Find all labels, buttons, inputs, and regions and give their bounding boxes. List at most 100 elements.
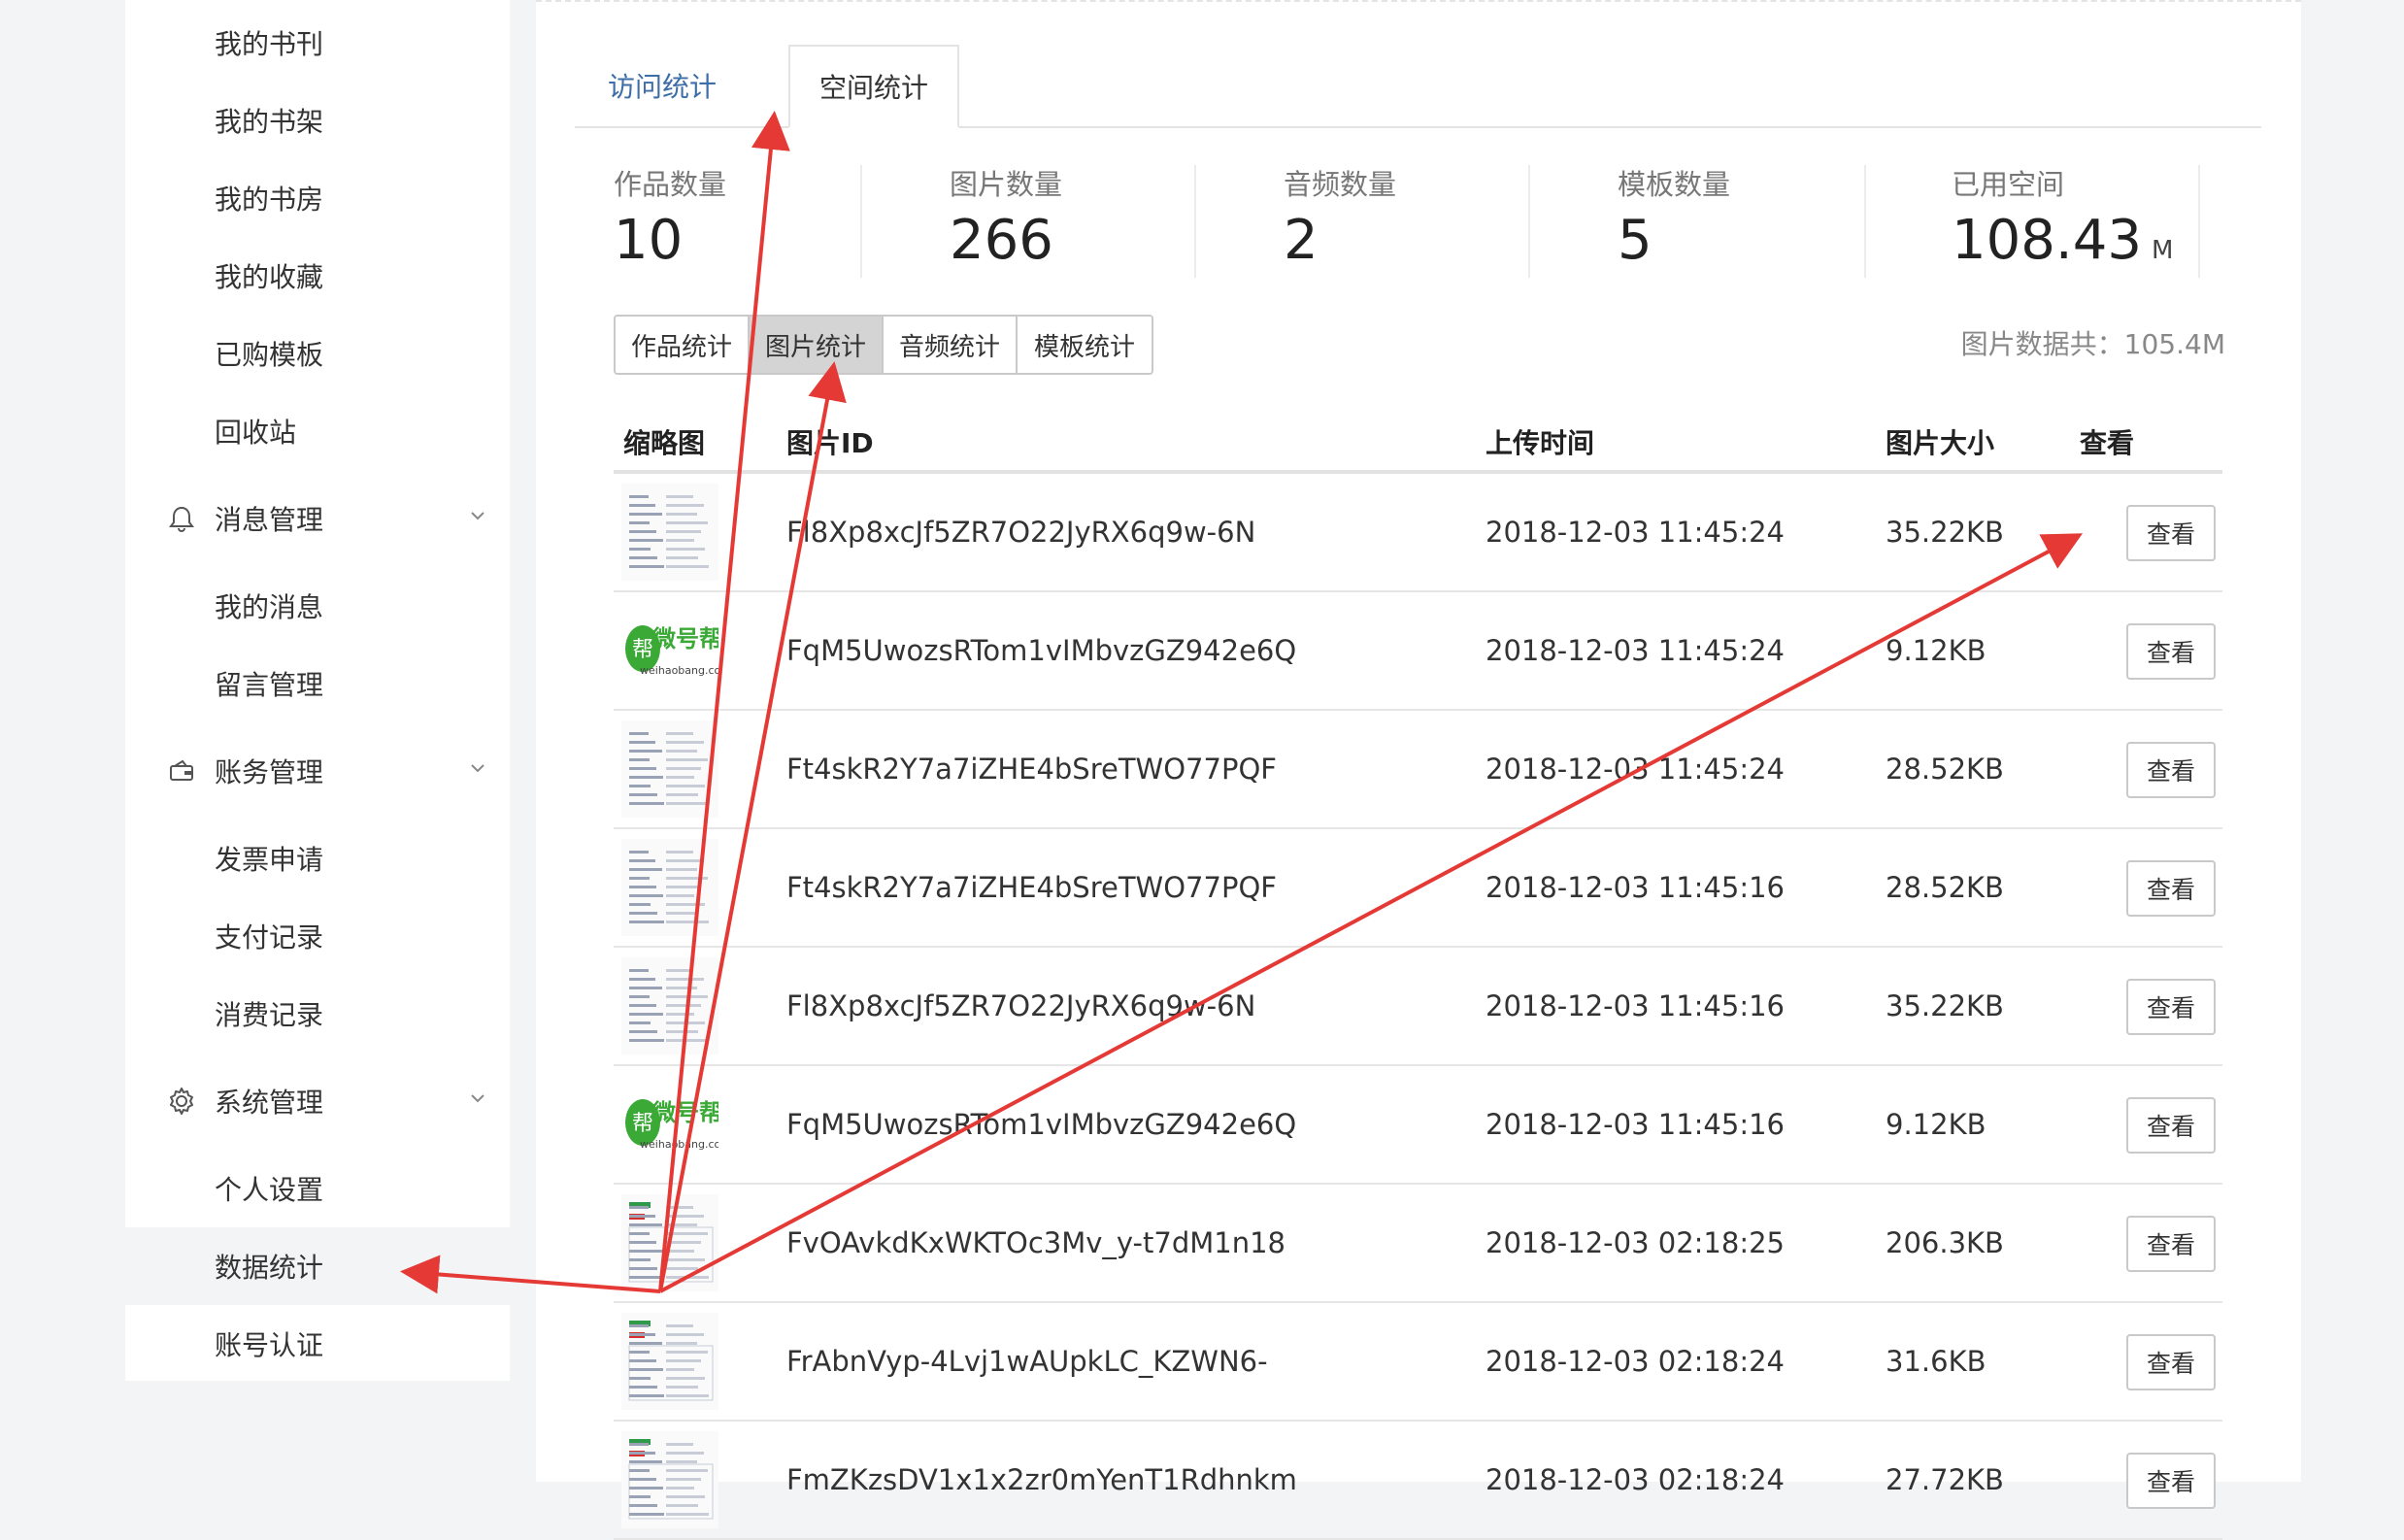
sidebar-item-label: 我的书刊 <box>215 28 324 60</box>
sidebar-item-personal-settings[interactable]: 个人设置 <box>125 1150 510 1227</box>
sidebar-item-label: 已购模板 <box>215 339 324 371</box>
picture-size: 35.22KB <box>1886 989 2004 1022</box>
picture-size: 9.12KB <box>1886 634 1987 667</box>
sidebar-item-consumption[interactable]: 消费记录 <box>125 975 510 1053</box>
sidebar-group-label: 账务管理 <box>215 756 324 788</box>
sidebar-item-payments[interactable]: 支付记录 <box>125 897 510 975</box>
logo-brand: 微号帮 <box>651 1099 718 1126</box>
picture-size: 31.6KB <box>1886 1345 1987 1378</box>
view-button[interactable]: 查看 <box>2126 979 2216 1035</box>
picture-size: 206.3KB <box>1886 1226 2004 1259</box>
filter-works-button[interactable]: 作品统计 <box>616 317 750 373</box>
view-button[interactable]: 查看 <box>2126 1097 2216 1154</box>
stat-audio: 音频数量 2 <box>1284 165 1575 278</box>
document-thumbnail[interactable] <box>621 957 718 1055</box>
sidebar-group-finance[interactable]: 账务管理 <box>125 732 510 810</box>
sidebar-item-my-study[interactable]: 我的书房 <box>125 159 510 237</box>
weihaobang-logo-thumbnail[interactable]: 帮微号帮 weihaobang.com <box>621 602 718 699</box>
stat-pictures: 图片数量 266 <box>950 165 1241 278</box>
picture-id: FvOAvkdKxWKTOc3Mv_y-t7dM1n18 <box>786 1226 1285 1259</box>
report-thumbnail[interactable] <box>621 1313 718 1410</box>
sidebar-item-purchased-templates[interactable]: 已购模板 <box>125 315 510 392</box>
sidebar-item-label: 支付记录 <box>215 921 324 954</box>
filter-audio-button[interactable]: 音频统计 <box>884 317 1018 373</box>
picture-total-size: 图片数据共：105.4M <box>1960 328 2225 360</box>
sidebar-item-my-books[interactable]: 我的书刊 <box>125 4 510 82</box>
table-row: FmZKzsDV1x1x2zr0mYenT1Rdhnkm 2018-12-03 0… <box>614 1422 2222 1540</box>
weihaobang-logo-thumbnail[interactable]: 帮微号帮 weihaobang.com <box>621 1076 718 1173</box>
picture-size: 27.72KB <box>1886 1463 2004 1496</box>
column-header-view: 查看 <box>2080 427 2135 459</box>
divider <box>860 165 862 278</box>
upload-time: 2018-12-03 11:45:24 <box>1486 516 1785 549</box>
logo-brand: 微号帮 <box>651 625 718 653</box>
picture-id: FrAbnVyp-4Lvj1wAUpkLC_KZWN6- <box>786 1345 1268 1378</box>
form-thumbnail[interactable] <box>621 839 718 936</box>
sidebar-item-label: 我的收藏 <box>215 261 324 293</box>
sidebar-group-system[interactable]: 系统管理 <box>125 1062 510 1140</box>
upload-time: 2018-12-03 02:18:24 <box>1486 1463 1785 1496</box>
sidebar-item-label: 个人设置 <box>215 1174 324 1206</box>
column-header-upload-time: 上传时间 <box>1486 427 1595 459</box>
sidebar-item-label: 消费记录 <box>215 999 324 1031</box>
column-header-size: 图片大小 <box>1886 427 1995 459</box>
tab-space-statistics[interactable]: 空间统计 <box>788 45 959 128</box>
filter-button-group: 作品统计 图片统计 音频统计 模板统计 <box>614 315 1153 375</box>
sidebar-item-data-statistics[interactable]: 数据统计 <box>125 1227 510 1305</box>
bell-icon <box>164 501 199 536</box>
logo-url: weihaobang.com <box>640 1138 718 1151</box>
sidebar-item-label: 数据统计 <box>215 1252 324 1284</box>
picture-size: 9.12KB <box>1886 1108 1987 1141</box>
stat-unit: M <box>2151 236 2174 265</box>
filter-pictures-button[interactable]: 图片统计 <box>750 317 884 373</box>
chevron-down-icon <box>471 512 484 520</box>
sidebar-group-messages[interactable]: 消息管理 <box>125 480 510 557</box>
view-button[interactable]: 查看 <box>2126 860 2216 917</box>
view-button[interactable]: 查看 <box>2126 505 2216 561</box>
stat-value: 266 <box>950 209 1053 272</box>
sidebar-item-comments[interactable]: 留言管理 <box>125 645 510 722</box>
tab-visit-statistics[interactable]: 访问统计 <box>575 45 750 126</box>
view-button[interactable]: 查看 <box>2126 623 2216 680</box>
logo-badge: 帮 <box>632 638 653 662</box>
sidebar-item-invoice[interactable]: 发票申请 <box>125 820 510 897</box>
view-button[interactable]: 查看 <box>2126 1334 2216 1390</box>
table-row: FvOAvkdKxWKTOc3Mv_y-t7dM1n18 2018-12-03 0… <box>614 1185 2222 1303</box>
stat-label: 图片数量 <box>950 168 1063 201</box>
table-row: 帮微号帮 weihaobang.com FqM5UwozsRTom1vIMbvzGZ… <box>614 592 2222 711</box>
sidebar-item-my-bookshelf[interactable]: 我的书架 <box>125 82 510 159</box>
report-thumbnail[interactable] <box>621 1431 718 1528</box>
table-row: Fl8Xp8xcJf5ZR7O22JyRX6q9w-6N 2018-12-03 1… <box>614 474 2222 592</box>
chevron-down-icon <box>471 764 484 773</box>
view-button[interactable]: 查看 <box>2126 742 2216 798</box>
logo-url: weihaobang.com <box>640 664 718 677</box>
report-thumbnail[interactable] <box>621 1194 718 1291</box>
filter-templates-button[interactable]: 模板统计 <box>1018 317 1152 373</box>
picture-size: 28.52KB <box>1886 871 2004 904</box>
column-header-thumbnail: 缩略图 <box>623 427 706 459</box>
sidebar-item-my-messages[interactable]: 我的消息 <box>125 567 510 645</box>
upload-time: 2018-12-03 11:45:24 <box>1486 634 1785 667</box>
view-button[interactable]: 查看 <box>2126 1216 2216 1272</box>
sidebar-item-label: 账号认证 <box>215 1329 324 1361</box>
sidebar-item-my-favorites[interactable]: 我的收藏 <box>125 237 510 315</box>
column-header-picture-id: 图片ID <box>786 427 874 459</box>
picture-size: 28.52KB <box>1886 753 2004 786</box>
form-thumbnail[interactable] <box>621 720 718 818</box>
upload-time: 2018-12-03 11:45:16 <box>1486 871 1785 904</box>
sidebar-item-label: 留言管理 <box>215 669 324 701</box>
divider <box>1864 165 1866 278</box>
document-thumbnail[interactable] <box>621 484 718 581</box>
picture-id: FmZKzsDV1x1x2zr0mYenT1Rdhnkm <box>786 1463 1297 1496</box>
table-row: FrAbnVyp-4Lvj1wAUpkLC_KZWN6- 2018-12-03 0… <box>614 1303 2222 1422</box>
sidebar: 我的书刊 我的书架 我的书房 我的收藏 已购模板 回收站 消息管理 我的消息 留… <box>125 0 510 1381</box>
tab-bar: 访问统计 空间统计 <box>575 45 2261 128</box>
divider <box>1194 165 1196 278</box>
view-button[interactable]: 查看 <box>2126 1453 2216 1509</box>
sidebar-item-account-verification[interactable]: 账号认证 <box>125 1305 510 1383</box>
sidebar-item-label: 我的书架 <box>215 106 324 138</box>
sidebar-item-recycle-bin[interactable]: 回收站 <box>125 392 510 470</box>
gear-icon <box>164 1084 199 1119</box>
upload-time: 2018-12-03 11:45:24 <box>1486 753 1785 786</box>
sidebar-group-label: 消息管理 <box>215 504 324 536</box>
